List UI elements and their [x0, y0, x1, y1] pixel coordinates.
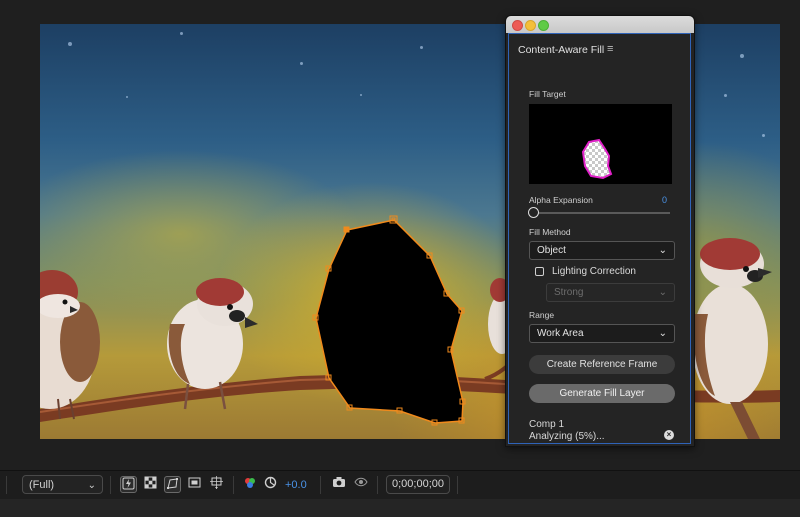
show-snapshot-icon[interactable]	[352, 476, 369, 493]
toolbar-separator	[457, 476, 458, 494]
lighting-correction-label: Lighting Correction	[552, 266, 636, 277]
fill-mask	[312, 215, 466, 426]
lighting-correction-checkbox[interactable]	[535, 267, 544, 276]
progress-bar	[529, 446, 675, 447]
lighting-strength-value: Strong	[554, 287, 584, 298]
mask-visibility-icon[interactable]	[164, 476, 181, 493]
panel-body: Content-Aware Fill ≡ Fill Target Alpha E…	[508, 33, 691, 444]
fill-target-thumbnail	[581, 138, 613, 180]
minimize-window-button[interactable]	[525, 20, 536, 31]
toolbar-separator	[320, 476, 321, 494]
toolbar-separator	[6, 476, 7, 494]
chevron-down-icon: ⌄	[87, 480, 96, 491]
alpha-expansion-label: Alpha Expansion	[529, 195, 593, 205]
range-value: Work Area	[537, 328, 584, 339]
comp-name: Comp 1	[529, 419, 565, 430]
panel-title: Content-Aware Fill	[518, 44, 605, 56]
toolbar-separator	[233, 476, 234, 494]
range-dropdown[interactable]: Work Area ⌄	[529, 324, 675, 343]
panel-titlebar[interactable]	[506, 16, 694, 33]
cancel-analysis-icon[interactable]: ×	[664, 430, 674, 440]
fast-previews-icon[interactable]	[120, 476, 137, 493]
exposure-value[interactable]: +0.0	[285, 476, 307, 494]
generate-fill-layer-button[interactable]: Generate Fill Layer	[529, 384, 675, 403]
content-aware-fill-panel: Content-Aware Fill ≡ Fill Target Alpha E…	[505, 15, 695, 447]
sparrow-right	[692, 238, 772, 439]
transparency-grid-icon[interactable]	[142, 476, 159, 493]
resolution-dropdown[interactable]: (Full) ⌄	[22, 475, 103, 494]
chevron-down-icon: ⌄	[658, 245, 667, 256]
toolbar-separator	[110, 476, 111, 494]
toolbar-separator	[377, 476, 378, 494]
chevron-down-icon: ⌄	[658, 328, 667, 339]
reset-exposure-icon[interactable]	[262, 476, 279, 493]
zoom-window-button[interactable]	[538, 20, 549, 31]
guides-icon[interactable]	[208, 476, 225, 493]
progress-bar-fill	[529, 446, 536, 447]
snapshot-icon[interactable]	[330, 476, 347, 493]
alpha-expansion-slider-thumb[interactable]	[528, 207, 539, 218]
range-label: Range	[529, 310, 555, 320]
fill-target-label: Fill Target	[529, 89, 566, 99]
viewer-toolbar: (Full) ⌄ +0.0 0;00;00;00	[0, 470, 800, 499]
region-of-interest-icon[interactable]	[186, 476, 203, 493]
lighting-strength-dropdown[interactable]: Strong ⌄	[546, 283, 675, 302]
progress-status-text: Analyzing (5%)...	[529, 431, 605, 442]
fill-method-label: Fill Method	[529, 227, 571, 237]
alpha-expansion-value[interactable]: 0	[662, 195, 667, 205]
hamburger-menu-icon[interactable]: ≡	[607, 43, 613, 55]
fill-method-dropdown[interactable]: Object ⌄	[529, 241, 675, 260]
fill-method-value: Object	[537, 245, 566, 256]
sparrow-left	[40, 270, 100, 420]
create-reference-frame-button[interactable]: Create Reference Frame	[529, 355, 675, 374]
alpha-expansion-slider-track[interactable]	[532, 212, 670, 214]
fill-target-preview	[529, 104, 672, 184]
current-time-display[interactable]: 0;00;00;00	[386, 475, 450, 494]
status-strip	[0, 499, 800, 517]
chevron-down-icon: ⌄	[658, 287, 667, 298]
close-window-button[interactable]	[512, 20, 523, 31]
resolution-value: (Full)	[29, 479, 55, 491]
color-channels-icon[interactable]	[241, 476, 258, 493]
